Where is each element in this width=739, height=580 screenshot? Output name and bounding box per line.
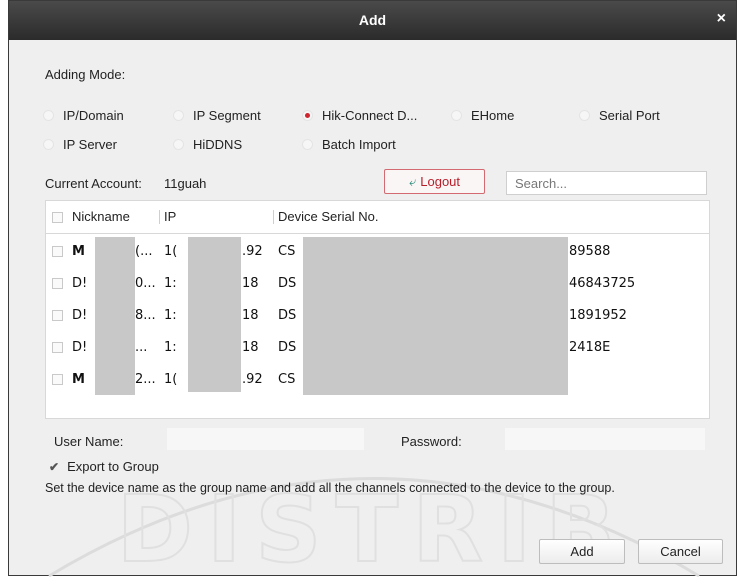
search-input[interactable] — [506, 171, 707, 195]
serial-cell: DS — [278, 276, 297, 291]
ip-cell: 1( — [164, 372, 178, 387]
nickname-cell-tail: ... — [135, 340, 148, 355]
ip-cell: 1: — [164, 340, 177, 355]
ip-cell: 1: — [164, 276, 177, 291]
logout-button-label: Logout — [420, 174, 461, 189]
user-name-label: User Name: — [54, 434, 124, 449]
radio-button-icon — [173, 139, 184, 150]
current-account-value: 11guah — [164, 176, 207, 191]
export-to-group-label: Export to Group — [67, 459, 159, 474]
radio-hik-connect[interactable]: Hik-Connect D... — [302, 108, 417, 123]
redaction-ip — [188, 237, 241, 392]
radio-ip-segment[interactable]: IP Segment — [173, 108, 261, 123]
export-to-group-checkbox[interactable]: ✔ Export to Group — [49, 459, 159, 474]
row-checkbox[interactable] — [52, 310, 63, 321]
row-checkbox[interactable] — [52, 374, 63, 385]
nickname-cell-tail: (... — [135, 244, 153, 259]
column-header-nickname[interactable]: Nickname — [72, 209, 130, 224]
serial-cell: DS — [278, 308, 297, 323]
nickname-cell: D! — [72, 340, 88, 355]
serial-cell-tail: 89588 — [569, 244, 611, 259]
radio-ehome[interactable]: EHome — [451, 108, 514, 123]
nickname-cell: M — [72, 372, 85, 387]
ip-cell-tail: 18 — [242, 340, 259, 355]
radio-button-icon — [43, 139, 54, 150]
redaction-serial — [303, 237, 568, 395]
radio-label: Batch Import — [322, 137, 396, 152]
serial-cell: CS — [278, 372, 296, 387]
radio-button-icon — [173, 110, 184, 121]
ip-cell-tail: 18 — [242, 276, 259, 291]
device-table: Nickname IP Device Serial No. M (... 1( … — [45, 200, 710, 419]
logout-button[interactable]: ⤶ Logout — [384, 169, 485, 194]
radio-ip-server[interactable]: IP Server — [43, 137, 117, 152]
ip-cell-tail: .92 — [242, 244, 263, 259]
select-all-checkbox[interactable] — [52, 212, 63, 223]
cancel-button[interactable]: Cancel — [638, 539, 723, 564]
column-header-serial[interactable]: Device Serial No. — [278, 209, 378, 224]
ip-cell: 1( — [164, 244, 178, 259]
column-divider — [159, 210, 160, 224]
ip-cell-tail: 18 — [242, 308, 259, 323]
row-checkbox[interactable] — [52, 278, 63, 289]
radio-button-icon — [579, 110, 590, 121]
nickname-cell: D! — [72, 308, 88, 323]
user-name-field[interactable] — [167, 428, 364, 450]
radio-button-icon — [43, 110, 54, 121]
radio-label: IP Segment — [193, 108, 261, 123]
nickname-cell-tail: 8... — [135, 308, 156, 323]
table-header: Nickname IP Device Serial No. — [46, 201, 709, 234]
password-label: Password: — [401, 434, 462, 449]
serial-cell-tail: 46843725 — [569, 276, 636, 291]
nickname-cell-tail: 0... — [135, 276, 156, 291]
ip-cell: 1: — [164, 308, 177, 323]
radio-button-icon — [451, 110, 462, 121]
radio-serial-port[interactable]: Serial Port — [579, 108, 660, 123]
radio-label: EHome — [471, 108, 515, 123]
adding-mode-label: Adding Mode: — [45, 67, 126, 82]
radio-label: Hik-Connect D... — [322, 108, 418, 123]
password-field[interactable] — [505, 428, 705, 450]
radio-label: HiDDNS — [193, 137, 243, 152]
serial-cell-tail: 2418E — [569, 340, 611, 355]
radio-selected-icon — [302, 110, 313, 121]
radio-batch-import[interactable]: Batch Import — [302, 137, 396, 152]
radio-ip-domain[interactable]: IP/Domain — [43, 108, 124, 123]
current-account-label: Current Account: — [45, 176, 142, 191]
radio-label: IP Server — [63, 137, 117, 152]
column-header-ip[interactable]: IP — [164, 209, 176, 224]
nickname-cell: D! — [72, 276, 88, 291]
radio-hiddns[interactable]: HiDDNS — [173, 137, 242, 152]
nickname-cell: M — [72, 244, 85, 259]
redaction-nickname — [95, 237, 135, 395]
ip-cell-tail: .92 — [242, 372, 263, 387]
radio-label: Serial Port — [599, 108, 660, 123]
logout-arrow-icon: ⤶ — [408, 173, 417, 189]
checkmark-icon: ✔ — [49, 459, 60, 474]
column-divider — [273, 210, 274, 224]
add-device-dialog: Add × DISTRIB Adding Mode: IP/Domain IP … — [8, 0, 737, 577]
radio-button-icon — [302, 139, 313, 150]
add-button[interactable]: Add — [539, 539, 625, 564]
serial-cell: DS — [278, 340, 297, 355]
export-note: Set the device name as the group name an… — [45, 481, 615, 495]
radio-label: IP/Domain — [63, 108, 124, 123]
nickname-cell-tail: 2... — [135, 372, 156, 387]
row-checkbox[interactable] — [52, 342, 63, 353]
row-checkbox[interactable] — [52, 246, 63, 257]
serial-cell-tail: 1891952 — [569, 308, 627, 323]
serial-cell: CS — [278, 244, 296, 259]
